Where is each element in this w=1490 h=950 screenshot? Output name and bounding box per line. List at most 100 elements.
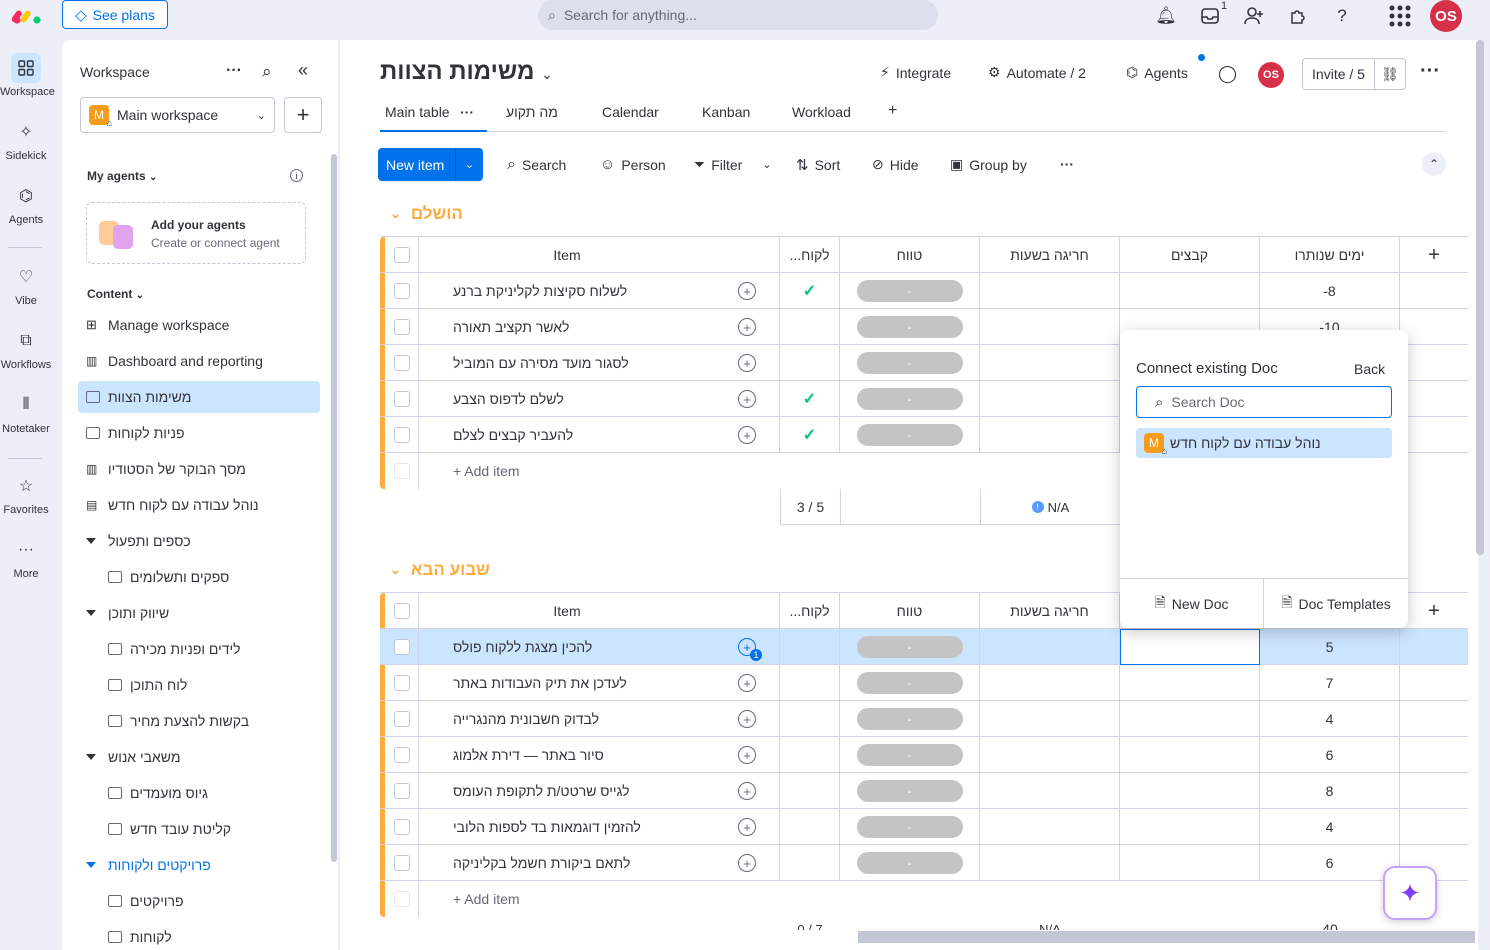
add-update-icon[interactable]: + — [738, 390, 756, 408]
item-name-cell[interactable]: לתאם ביקורת חשמל בקליניקה — [419, 845, 715, 881]
sidebar-item-quote-requests[interactable]: בקשות להצעת מחיר — [78, 705, 320, 737]
add-update-icon[interactable]: + — [738, 318, 756, 336]
updates-chat-icon[interactable]: ◯ — [1218, 64, 1237, 84]
client-cell[interactable] — [780, 809, 840, 845]
files-cell[interactable] — [1120, 701, 1260, 737]
integrate-button[interactable]: ⚡︎ Integrate — [880, 64, 951, 81]
files-cell[interactable] — [1120, 773, 1260, 809]
collapse-sidebar-icon[interactable]: « — [298, 60, 308, 81]
updates-cell[interactable]: + — [715, 381, 780, 417]
horizontal-scrollbar[interactable] — [858, 931, 1475, 943]
row-checkbox[interactable] — [393, 711, 410, 727]
timeline-cell[interactable]: - — [840, 737, 980, 773]
sidebar-folder-projects[interactable]: פרויקטים ולקוחות — [78, 849, 320, 881]
item-name-cell[interactable]: לשלוח סקיצות לקליניקת ברנע — [419, 273, 715, 309]
add-update-icon[interactable]: + — [738, 710, 756, 728]
timeline-cell[interactable]: - — [840, 773, 980, 809]
board-owner-avatar[interactable]: OS — [1258, 62, 1284, 88]
table-row[interactable]: להזמין דוגמאות בד לספות הלובי + - 4 — [380, 809, 1468, 845]
timeline-cell[interactable]: - — [840, 381, 980, 417]
add-update-icon[interactable]: +1 — [738, 638, 762, 661]
timeline-cell[interactable]: - — [840, 665, 980, 701]
timeline-cell[interactable]: - — [840, 309, 980, 345]
tab-kanban[interactable]: Kanban — [702, 104, 750, 120]
table-row[interactable]: לעדכן את תיק העבודות באתר + - 7 — [380, 665, 1468, 701]
sidebar-folder-marketing[interactable]: שיווק ותוכן — [78, 597, 320, 629]
sidebar-item-onboarding[interactable]: קליטת עובד חדש — [78, 813, 320, 845]
overrun-cell[interactable] — [980, 701, 1120, 737]
column-header-files[interactable]: קבצים — [1120, 237, 1260, 273]
table-row[interactable]: לגייס שרטט/ת לתקופת העומס + - 8 — [380, 773, 1468, 809]
new-doc-button[interactable]: 🗎︎ New Doc — [1120, 579, 1264, 628]
main-scrollbar[interactable] — [1476, 40, 1484, 555]
more-options-icon[interactable]: ··· — [226, 62, 242, 80]
ai-assistant-sparkle-icon[interactable]: ✦ — [1383, 866, 1437, 920]
item-name-cell[interactable]: להכין מצגת ללקוח פולס — [419, 629, 715, 665]
group-header-done[interactable]: ⌄ הושלם — [390, 204, 463, 224]
row-checkbox[interactable] — [393, 855, 410, 871]
column-header-item[interactable]: Item — [419, 237, 715, 273]
overrun-cell[interactable] — [980, 737, 1120, 773]
client-cell[interactable] — [780, 309, 840, 345]
add-update-icon[interactable]: + — [738, 426, 756, 444]
column-header-timeline[interactable]: טווח — [840, 593, 980, 629]
info-icon[interactable]: i — [290, 169, 303, 182]
overrun-cell[interactable] — [980, 381, 1120, 417]
item-name-cell[interactable]: לגייס שרטט/ת לתקופת העומס — [419, 773, 715, 809]
overrun-cell[interactable] — [980, 273, 1120, 309]
group-by-button[interactable]: ▣ Group by — [950, 156, 1027, 173]
sidebar-item-recruiting[interactable]: גיוס מועמדים — [78, 777, 320, 809]
updates-cell[interactable]: + — [715, 773, 780, 809]
files-cell[interactable] — [1120, 665, 1260, 701]
back-button[interactable]: Back — [1354, 361, 1385, 377]
item-name-cell[interactable]: לבדוק חשבונית מהנגרייה — [419, 701, 715, 737]
updates-cell[interactable]: + — [715, 309, 780, 345]
rail-sidekick[interactable]: ✧ Sidekick — [0, 117, 52, 162]
item-name-cell[interactable]: לשלם לדפוס הצבע — [419, 381, 715, 417]
client-cell[interactable] — [780, 845, 840, 881]
sidebar-scrollbar[interactable] — [331, 154, 337, 862]
table-row[interactable]: לבדוק חשבונית מהנגרייה + - 4 — [380, 701, 1468, 737]
files-cell[interactable] — [1120, 845, 1260, 881]
bell-icon[interactable]: 🔔︎ — [1155, 5, 1177, 27]
board-title[interactable]: משימות הצוות ⌄ — [380, 58, 553, 86]
tab-main-table[interactable]: Main table — [385, 104, 450, 120]
inbox-icon[interactable] — [1199, 5, 1221, 27]
hide-button[interactable]: ⊘ Hide — [872, 156, 919, 173]
filter-button[interactable]: ⏷ Filter ⌄ — [694, 156, 772, 173]
copy-link-icon[interactable]: ⛓︎ — [1375, 59, 1405, 89]
updates-cell[interactable]: +1 — [715, 629, 780, 665]
table-row[interactable]: להכין מצגת ללקוח פולס +1 - 5 — [380, 629, 1468, 665]
files-cell[interactable] — [1120, 809, 1260, 845]
tab-options-icon[interactable]: ··· — [460, 104, 474, 120]
tab-stuck[interactable]: מה תקוע — [506, 104, 558, 120]
search-button[interactable]: ⌕ Search — [507, 156, 566, 174]
item-name-cell[interactable]: לעדכן את תיק העבודות באתר — [419, 665, 715, 701]
sidebar-item-projects[interactable]: פרויקטים — [78, 885, 320, 917]
column-header-days-left[interactable]: ימים שנותרו — [1260, 237, 1400, 273]
client-cell[interactable]: ✓ — [780, 273, 840, 309]
column-header-timeline[interactable]: טווח — [840, 237, 980, 273]
rail-more[interactable]: ··· More — [0, 535, 52, 580]
sidebar-item-manage-workspace[interactable]: ⊞ Manage workspace — [78, 309, 320, 341]
doc-option[interactable]: M ⌂ נוהל עבודה עם לקוח חדש — [1136, 428, 1392, 458]
client-cell[interactable] — [780, 737, 840, 773]
overrun-cell[interactable] — [980, 629, 1120, 665]
new-item-button[interactable]: New item ⌄ — [378, 148, 483, 181]
updates-cell[interactable]: + — [715, 665, 780, 701]
chevron-down-icon[interactable]: ⌄ — [390, 206, 401, 222]
sidebar-item-content-board[interactable]: לוח התוכן — [78, 669, 320, 701]
updates-cell[interactable]: + — [715, 809, 780, 845]
sidebar-item-dashboard[interactable]: ▥ Dashboard and reporting — [78, 345, 320, 377]
add-item-input[interactable]: + Add item — [419, 453, 719, 489]
timeline-cell[interactable]: - — [840, 701, 980, 737]
see-plans-button[interactable]: ◇ See plans — [62, 0, 168, 29]
overrun-cell[interactable] — [980, 809, 1120, 845]
sidebar-item-morning-screen[interactable]: ▥ מסך הבוקר של הסטודיו — [78, 453, 320, 485]
client-cell[interactable] — [780, 629, 840, 665]
item-name-cell[interactable]: להזמין דוגמאות בד לספות הלובי — [419, 809, 715, 845]
invite-user-icon[interactable] — [1243, 5, 1265, 27]
agents-button[interactable]: ⌬ Agents — [1126, 64, 1188, 81]
user-avatar[interactable]: OS — [1430, 0, 1462, 32]
help-icon[interactable]: ? — [1331, 5, 1353, 27]
